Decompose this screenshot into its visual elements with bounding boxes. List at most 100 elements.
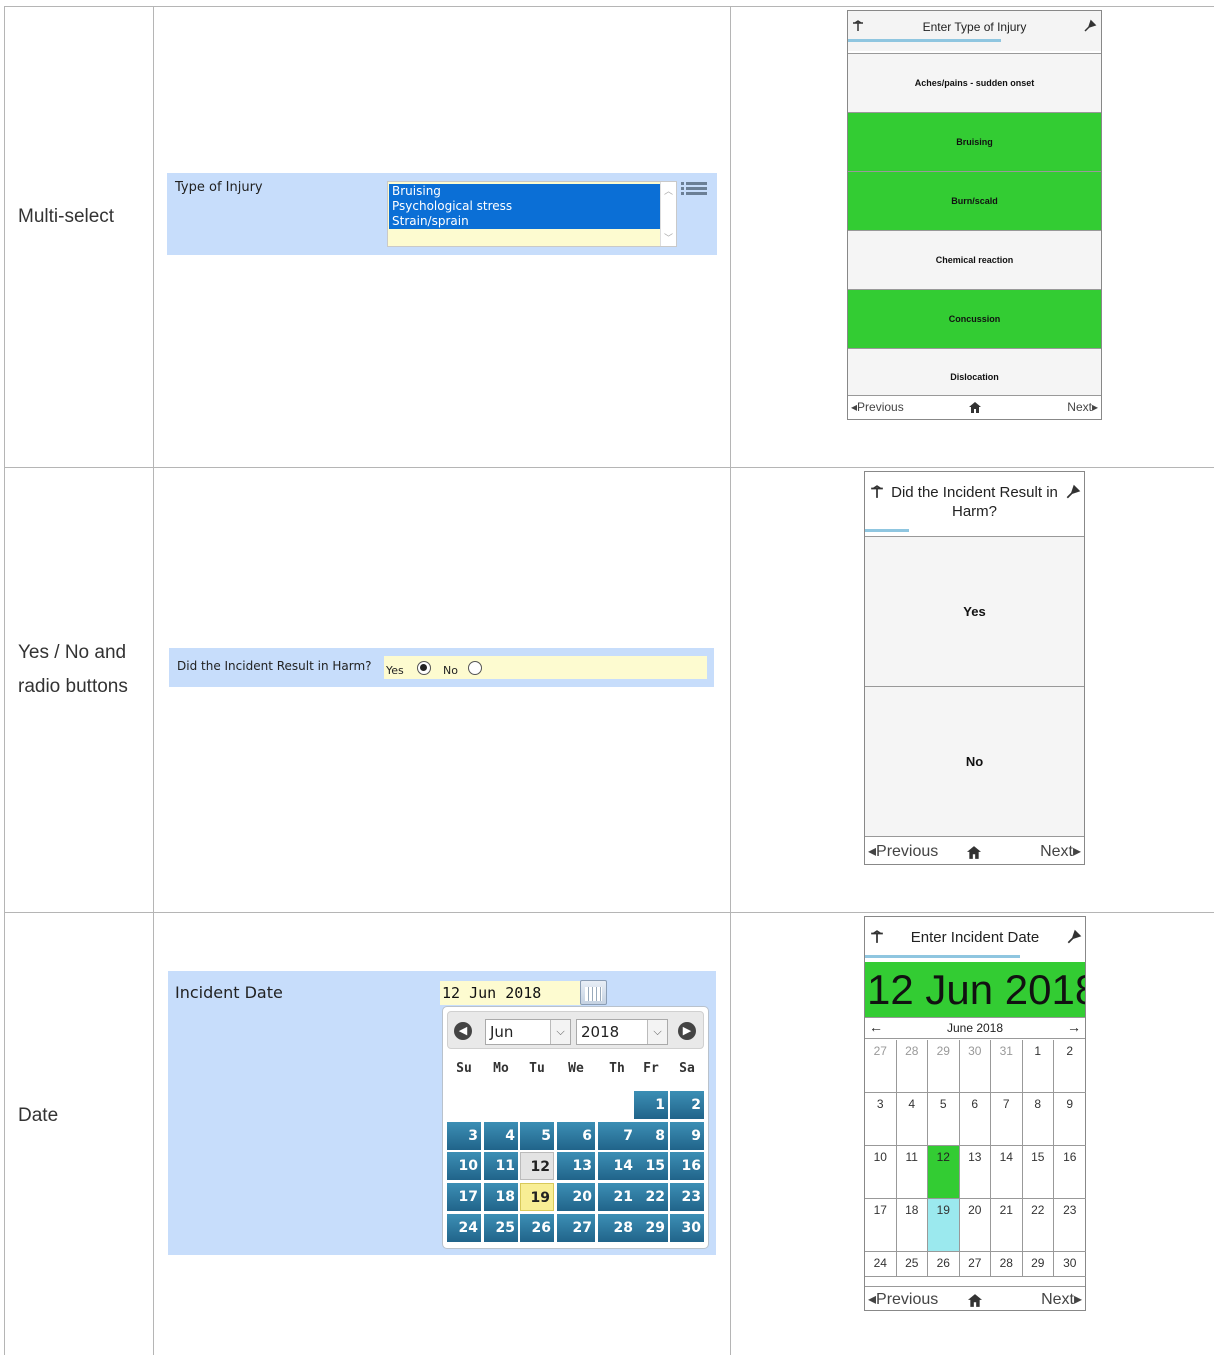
mobile-calendar-day[interactable]: 15	[1022, 1146, 1054, 1199]
mobile-calendar-day[interactable]: 26	[928, 1252, 960, 1277]
mobile-calendar-day[interactable]: 3	[865, 1093, 897, 1146]
mobile-calendar-day[interactable]: 31	[991, 1040, 1023, 1093]
arrow-left-icon[interactable]: ←	[869, 1019, 883, 1035]
pin-icon[interactable]	[870, 485, 884, 499]
mobile-calendar-day[interactable]: 29	[1022, 1252, 1054, 1277]
mobile-calendar-day[interactable]: 28	[991, 1252, 1023, 1277]
calendar-day[interactable]: 16	[670, 1152, 704, 1180]
scroll-up-icon[interactable]: ︿	[661, 184, 676, 197]
mobile-calendar-day[interactable]: 17	[865, 1199, 897, 1252]
selected-option-bruising[interactable]: Bruising	[389, 184, 660, 199]
plug-icon[interactable]	[1066, 929, 1082, 945]
calendar-day[interactable]: 5	[520, 1122, 554, 1150]
mobile-calendar-day[interactable]: 7	[991, 1093, 1023, 1146]
mobile-calendar-day[interactable]: 21	[991, 1199, 1023, 1252]
plug-icon[interactable]	[1083, 19, 1097, 33]
scroll-down-icon[interactable]: ﹀	[661, 231, 676, 244]
mobile-calendar-day[interactable]: 10	[865, 1146, 897, 1199]
calendar-day[interactable]: 1	[634, 1091, 668, 1119]
mobile-no-button[interactable]: No	[865, 686, 1084, 836]
home-icon[interactable]	[967, 846, 981, 859]
mobile-calendar-day[interactable]: 1	[1022, 1040, 1054, 1093]
home-icon[interactable]	[969, 402, 981, 413]
list-icon[interactable]	[681, 181, 707, 197]
calendar-day[interactable]: 23	[670, 1183, 704, 1211]
mobile-calendar-day[interactable]: 12	[928, 1146, 960, 1199]
calendar-day[interactable]: 13	[557, 1152, 595, 1180]
calendar-day[interactable]: 22	[634, 1183, 668, 1211]
mobile-calendar-day[interactable]: 23	[1054, 1199, 1086, 1252]
month-select[interactable]: Jun ⌵	[485, 1019, 571, 1045]
calendar-day[interactable]: 24	[447, 1214, 481, 1242]
pin-icon[interactable]	[852, 20, 864, 32]
mobile-calendar-day[interactable]: 4	[896, 1093, 928, 1146]
calendar-day[interactable]: 8	[634, 1122, 668, 1150]
calendar-day[interactable]: 26	[520, 1214, 554, 1242]
mobile-option-aches[interactable]: Aches/pains - sudden onset	[848, 53, 1101, 112]
mobile-calendar-day[interactable]: 22	[1022, 1199, 1054, 1252]
calendar-day[interactable]: 20	[557, 1183, 595, 1211]
multiselect-scrollbar[interactable]: ︿ ﹀	[660, 182, 676, 246]
injury-multiselect[interactable]: Bruising Psychological stress Strain/spr…	[387, 181, 677, 247]
next-button[interactable]: Next▸	[1067, 400, 1098, 414]
previous-button[interactable]: ◂Previous	[868, 841, 938, 861]
calendar-day[interactable]: 7	[598, 1122, 636, 1150]
mobile-calendar-day[interactable]: 29	[928, 1040, 960, 1093]
calendar-day[interactable]: 14	[598, 1152, 636, 1180]
calendar-day[interactable]: 21	[598, 1183, 636, 1211]
previous-button[interactable]: ◂Previous	[851, 400, 904, 414]
next-button[interactable]: Next▸	[1040, 841, 1081, 861]
calendar-day[interactable]: 27	[557, 1214, 595, 1242]
calendar-day[interactable]: 3	[447, 1122, 481, 1150]
calendar-day[interactable]: 28	[598, 1214, 636, 1242]
mobile-calendar-day[interactable]: 18	[896, 1199, 928, 1252]
selected-option-psychological-stress[interactable]: Psychological stress	[389, 199, 660, 214]
calendar-day[interactable]: 6	[557, 1122, 595, 1150]
calendar-day[interactable]: 4	[484, 1122, 518, 1150]
next-button[interactable]: Next▸	[1041, 1289, 1082, 1309]
mobile-calendar-day[interactable]: 24	[865, 1252, 897, 1277]
mobile-calendar-day[interactable]: 30	[1054, 1252, 1086, 1277]
pin-icon[interactable]	[870, 930, 884, 944]
previous-button[interactable]: ◂Previous	[868, 1289, 938, 1309]
prev-month-icon[interactable]: ◀	[454, 1022, 472, 1040]
calendar-day[interactable]: 2	[670, 1091, 704, 1119]
calendar-day[interactable]: 29	[634, 1214, 668, 1242]
mobile-calendar-day[interactable]: 13	[959, 1146, 991, 1199]
mobile-option-chemical[interactable]: Chemical reaction	[848, 230, 1101, 289]
calendar-day[interactable]: 9	[670, 1122, 704, 1150]
mobile-calendar-day[interactable]: 27	[865, 1040, 897, 1093]
yes-radio[interactable]	[417, 661, 431, 675]
selected-option-strain-sprain[interactable]: Strain/sprain	[389, 214, 660, 229]
home-icon[interactable]	[968, 1294, 982, 1307]
mobile-calendar-day[interactable]: 27	[959, 1252, 991, 1277]
mobile-calendar-day[interactable]: 6	[959, 1093, 991, 1146]
no-radio[interactable]	[468, 661, 482, 675]
mobile-calendar-day[interactable]: 14	[991, 1146, 1023, 1199]
calendar-day[interactable]: 19	[520, 1183, 554, 1211]
calendar-day[interactable]: 12	[520, 1152, 554, 1180]
calendar-day[interactable]: 11	[484, 1152, 518, 1180]
mobile-calendar-day[interactable]: 25	[896, 1252, 928, 1277]
next-month-icon[interactable]: ▶	[678, 1022, 696, 1040]
year-select[interactable]: 2018 ⌵	[576, 1019, 668, 1045]
mobile-calendar-day[interactable]: 8	[1022, 1093, 1054, 1146]
mobile-calendar-day[interactable]: 16	[1054, 1146, 1086, 1199]
mobile-calendar-day[interactable]: 19	[928, 1199, 960, 1252]
calendar-day[interactable]: 15	[634, 1152, 668, 1180]
mobile-option-bruising[interactable]: Bruising	[848, 112, 1101, 171]
mobile-calendar-day[interactable]: 9	[1054, 1093, 1086, 1146]
mobile-calendar-day[interactable]: 5	[928, 1093, 960, 1146]
date-input[interactable]: 12 Jun 2018	[440, 981, 582, 1005]
mobile-option-dislocation[interactable]: Dislocation	[848, 348, 1101, 396]
mobile-calendar-day[interactable]: 28	[896, 1040, 928, 1093]
calendar-day[interactable]: 18	[484, 1183, 518, 1211]
mobile-calendar-day[interactable]: 11	[896, 1146, 928, 1199]
mobile-yes-button[interactable]: Yes	[865, 536, 1084, 686]
calendar-day[interactable]: 30	[670, 1214, 704, 1242]
arrow-right-icon[interactable]: →	[1067, 1019, 1081, 1035]
plug-icon[interactable]	[1065, 484, 1081, 500]
calendar-day[interactable]: 25	[484, 1214, 518, 1242]
calendar-day[interactable]: 17	[447, 1183, 481, 1211]
mobile-calendar-day[interactable]: 20	[959, 1199, 991, 1252]
